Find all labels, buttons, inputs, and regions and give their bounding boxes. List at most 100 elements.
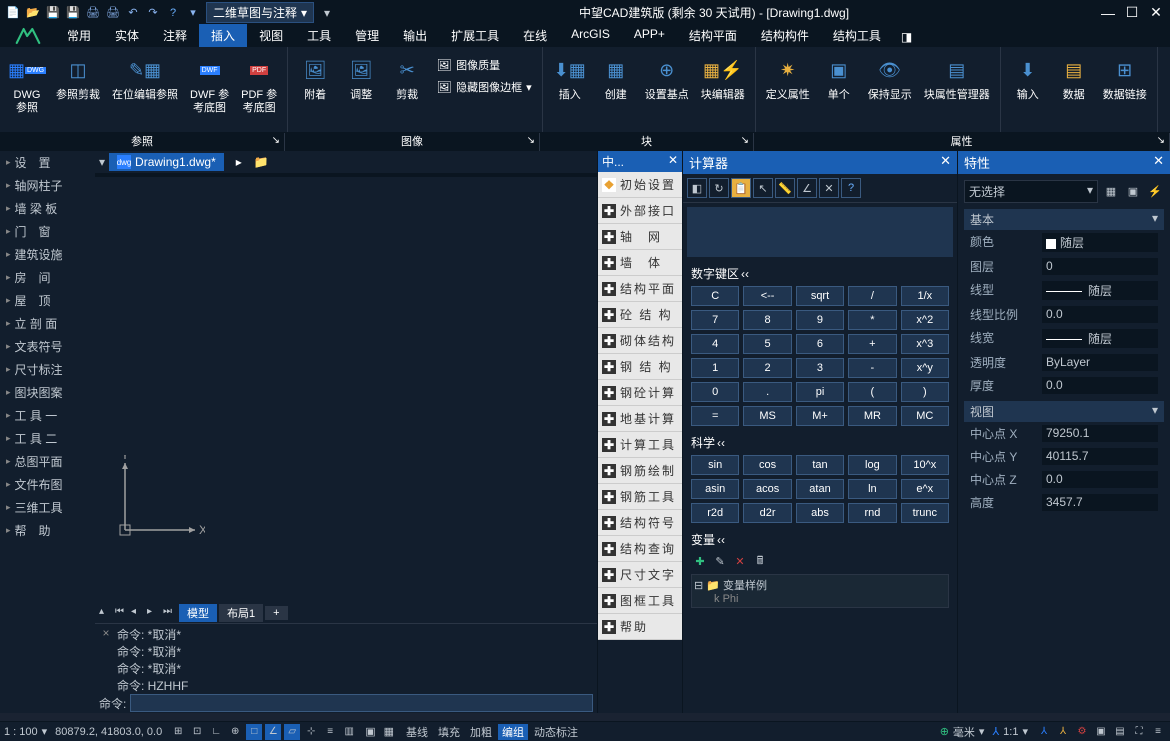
edit-xref-button[interactable]: ✎▦在位编辑参照 xyxy=(108,51,182,130)
menu-tab-4[interactable]: 视图 xyxy=(247,24,295,47)
save-icon[interactable]: 💾 xyxy=(44,4,62,22)
calc-btn-ln[interactable]: ln xyxy=(848,479,896,499)
prop-row-厚度[interactable]: 厚度0.0 xyxy=(964,374,1164,397)
folder-icon[interactable]: 📁 xyxy=(254,155,269,169)
lwt-icon[interactable]: ≡ xyxy=(322,724,338,740)
menu-tab-8[interactable]: 扩展工具 xyxy=(439,24,511,47)
sidebar-item-10[interactable]: ▸图块图案 xyxy=(0,381,95,404)
props-group-view[interactable]: 视图▾ xyxy=(964,401,1164,422)
layout-first-icon[interactable]: ⏮ xyxy=(115,606,129,620)
menu-tab-10[interactable]: ArcGIS xyxy=(559,24,622,47)
minimize-button[interactable]: — xyxy=(1098,4,1118,22)
calculator-close-icon[interactable]: ✕ xyxy=(940,153,951,172)
new-tab-button[interactable]: ▸ xyxy=(230,155,248,169)
prop-row-线型比例[interactable]: 线型比例0.0 xyxy=(964,303,1164,326)
menu-tab-0[interactable]: 常用 xyxy=(55,24,103,47)
polar-icon[interactable]: ⊕ xyxy=(227,724,243,740)
saveall-icon[interactable]: 💾 xyxy=(64,4,82,22)
attach-image-button[interactable]: 🖼附着 xyxy=(294,51,336,130)
dropdown-icon[interactable]: ▾ xyxy=(184,4,202,22)
prop-row-中心点 Z[interactable]: 中心点 Z0.0 xyxy=(964,468,1164,491)
var-delete-icon[interactable]: ✕ xyxy=(731,552,749,570)
var-calc-icon[interactable]: 🖩 xyxy=(751,552,769,570)
props-group-basic[interactable]: 基本▾ xyxy=(964,209,1164,230)
calc-btn-5[interactable]: 5 xyxy=(743,334,791,354)
close-button[interactable]: ✕ xyxy=(1146,4,1166,22)
hide-image-frame-button[interactable]: 🖼隐藏图像边框▾ xyxy=(432,77,536,97)
calc-btn-sqrt[interactable]: sqrt xyxy=(796,286,844,306)
prop-row-高度[interactable]: 高度3457.7 xyxy=(964,491,1164,514)
anno-auto-icon[interactable]: ⅄ xyxy=(1055,724,1071,740)
palette-item-12[interactable]: ✚钢筋工具 xyxy=(598,484,682,510)
select-icon[interactable]: ▣ xyxy=(1124,183,1142,201)
palette-item-1[interactable]: ✚外部接口 xyxy=(598,198,682,224)
calc-btn-x^2[interactable]: x^2 xyxy=(901,310,949,330)
palette-item-11[interactable]: ✚钢筋绘制 xyxy=(598,458,682,484)
anno-vis-icon[interactable]: ⅄ xyxy=(1036,724,1052,740)
calc-btn-2[interactable]: 2 xyxy=(743,358,791,378)
calculator-display[interactable] xyxy=(687,207,953,257)
menu-tab-2[interactable]: 注释 xyxy=(151,24,199,47)
sidebar-item-3[interactable]: ▸门 窗 xyxy=(0,220,95,243)
calc-btn-trunc[interactable]: trunc xyxy=(901,503,949,523)
insert-block-button[interactable]: ⬇▦插入 xyxy=(549,51,591,130)
calc-btn-acos[interactable]: acos xyxy=(743,479,791,499)
workspace-icon[interactable]: ⚙ xyxy=(1074,724,1090,740)
calc-intersect-icon[interactable]: ✕ xyxy=(819,178,839,198)
calc-btn-M+[interactable]: M+ xyxy=(796,406,844,426)
open-icon[interactable]: 📂 xyxy=(24,4,42,22)
sidebar-item-2[interactable]: ▸墙 梁 板 xyxy=(0,197,95,220)
sidebar-item-4[interactable]: ▸建筑设施 xyxy=(0,243,95,266)
snap-icon[interactable]: ⊡ xyxy=(189,724,205,740)
calc-btn-asin[interactable]: asin xyxy=(691,479,739,499)
calc-btn-/[interactable]: / xyxy=(848,286,896,306)
status-toggle-加粗[interactable]: 加粗 xyxy=(466,724,496,740)
menu-tab-6[interactable]: 管理 xyxy=(343,24,391,47)
palette-item-4[interactable]: ✚结构平面 xyxy=(598,276,682,302)
palette-item-3[interactable]: ✚墙 体 xyxy=(598,250,682,276)
define-attribute-button[interactable]: ✷定义属性 xyxy=(762,51,814,130)
dialog-launcher-icon[interactable]: ↘ xyxy=(741,135,749,146)
calc-btn-abs[interactable]: abs xyxy=(796,503,844,523)
calc-btn-x^y[interactable]: x^y xyxy=(901,358,949,378)
single-button[interactable]: ▣单个 xyxy=(818,51,860,130)
selection-dropdown[interactable]: 无选择▾ xyxy=(964,180,1098,203)
prop-row-中心点 X[interactable]: 中心点 X79250.1 xyxy=(964,422,1164,445)
menu-tab-13[interactable]: 结构构件 xyxy=(749,24,821,47)
redo-icon[interactable]: ↷ xyxy=(144,4,162,22)
ducs-icon[interactable]: ▱ xyxy=(284,724,300,740)
layout-next-icon[interactable]: ▸ xyxy=(147,606,161,620)
calc-btn-atan[interactable]: atan xyxy=(796,479,844,499)
calc-btn-([interactable]: ( xyxy=(848,382,896,402)
clip-image-button[interactable]: ✂剪裁 xyxy=(386,51,428,130)
calc-btn-6[interactable]: 6 xyxy=(796,334,844,354)
layout-tab-model[interactable]: 模型 xyxy=(179,604,217,622)
menu-tab-1[interactable]: 实体 xyxy=(103,24,151,47)
calc-btn-1[interactable]: 1 xyxy=(691,358,739,378)
status-toggle-基线[interactable]: 基线 xyxy=(402,724,432,740)
sidebar-item-11[interactable]: ▸工 具 一 xyxy=(0,404,95,427)
properties-close-icon[interactable]: ✕ xyxy=(1153,153,1164,172)
layout-prev-icon[interactable]: ◂ xyxy=(131,606,145,620)
isolate-icon[interactable]: ▤ xyxy=(1112,724,1128,740)
calc-btn-e^x[interactable]: e^x xyxy=(901,479,949,499)
palette-item-0[interactable]: ❖初始设置 xyxy=(598,172,682,198)
command-input[interactable] xyxy=(130,694,593,712)
data-button[interactable]: ▤数据 xyxy=(1053,51,1095,130)
calc-history-icon[interactable]: ↻ xyxy=(709,178,729,198)
calc-btn-1/x[interactable]: 1/x xyxy=(901,286,949,306)
prop-row-透明度[interactable]: 透明度ByLayer xyxy=(964,351,1164,374)
annotation-scale[interactable]: ⅄1:1▾ xyxy=(992,725,1028,738)
otrack-icon[interactable]: ∠ xyxy=(265,724,281,740)
calc-help-icon[interactable]: ? xyxy=(841,178,861,198)
maximize-button[interactable]: ☐ xyxy=(1122,4,1142,22)
palette-item-7[interactable]: ✚钢 结 构 xyxy=(598,354,682,380)
palette-item-5[interactable]: ✚砼 结 构 xyxy=(598,302,682,328)
calc-angle-icon[interactable]: ∠ xyxy=(797,178,817,198)
cycle-icon[interactable]: ▥ xyxy=(341,724,357,740)
layout-tab-layout1[interactable]: 布局1 xyxy=(219,604,263,622)
calc-btn-=[interactable]: = xyxy=(691,406,739,426)
palette-item-10[interactable]: ✚计算工具 xyxy=(598,432,682,458)
dialog-launcher-icon[interactable]: ↘ xyxy=(1157,135,1165,146)
calc-btn-+[interactable]: + xyxy=(848,334,896,354)
